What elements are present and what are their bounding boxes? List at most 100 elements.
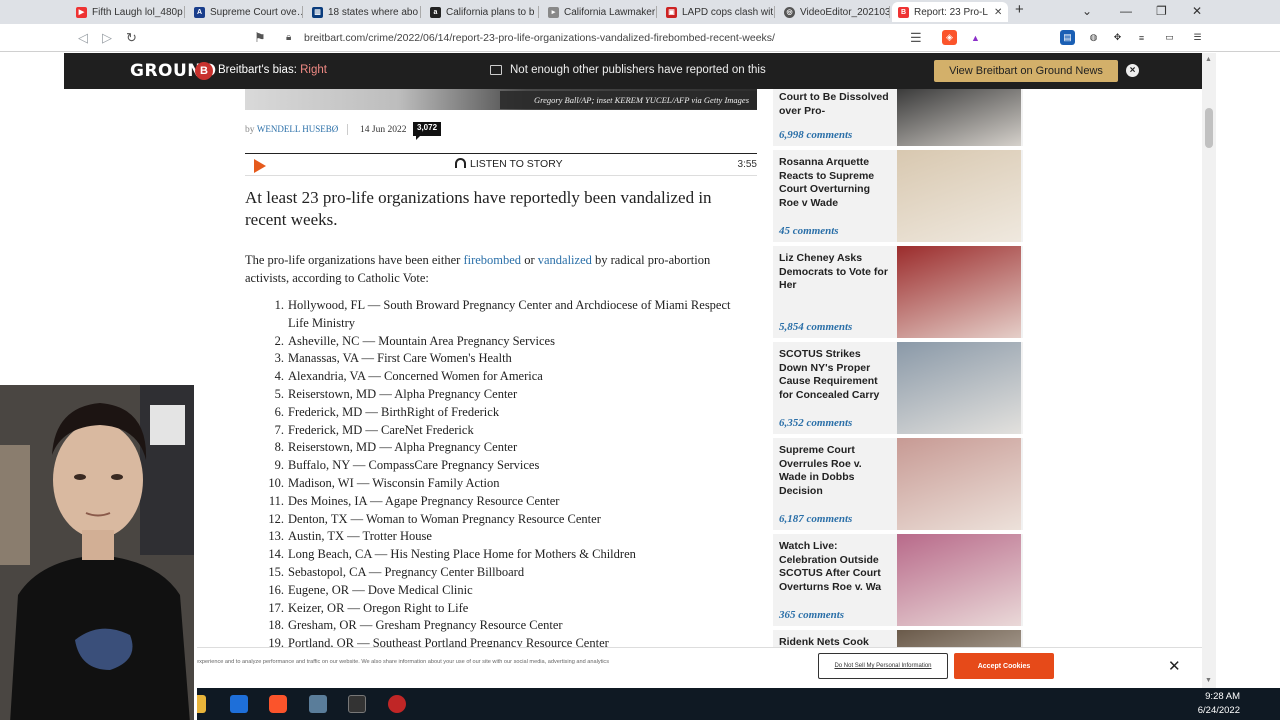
extension-icon[interactable]: ▤ xyxy=(1060,30,1075,45)
related-story-comments[interactable]: 365 comments xyxy=(779,609,844,621)
related-story-card[interactable]: Supreme Court Overrules Roe v. Wade in D… xyxy=(773,438,1023,530)
related-story-title[interactable]: Court to Be Dissolved over Pro- xyxy=(779,91,891,118)
related-story-comments[interactable]: 6,187 comments xyxy=(779,513,852,525)
minimize-icon[interactable]: — xyxy=(1120,4,1132,18)
list-number: 1. xyxy=(274,298,284,312)
related-story-card[interactable]: Watch Live: Celebration Outside SCOTUS A… xyxy=(773,534,1023,626)
browser-tab[interactable]: ◎ VideoEditor_202103 xyxy=(778,2,890,22)
related-story-thumbnail[interactable] xyxy=(897,89,1021,146)
bookmark-icon[interactable]: ⚑ xyxy=(254,30,266,46)
list-item: 15. Sebastopol, CA — Pregnancy Center Bil… xyxy=(262,564,742,582)
close-window-icon[interactable]: ✕ xyxy=(1192,4,1202,18)
vandalized-link[interactable]: vandalized xyxy=(538,253,592,267)
tab-title: LAPD cops clash wit xyxy=(682,6,774,18)
tab-title: VideoEditor_202103 xyxy=(800,6,890,18)
related-story-thumbnail[interactable] xyxy=(897,438,1021,530)
listen-label: LISTEN TO STORY xyxy=(470,158,563,170)
puzzle-icon[interactable]: ✥ xyxy=(1110,30,1125,45)
close-icon[interactable]: ✕ xyxy=(1168,657,1181,675)
new-tab-button[interactable]: + xyxy=(1015,1,1024,18)
scrollbar[interactable]: ▲ ▼ xyxy=(1202,53,1216,688)
firebombed-link[interactable]: firebombed xyxy=(463,253,521,267)
listen-to-story-button[interactable]: LISTEN TO STORY xyxy=(455,158,563,170)
view-on-ground-news-button[interactable]: View Breitbart on Ground News xyxy=(934,60,1118,82)
accept-cookies-button[interactable]: Accept Cookies xyxy=(954,653,1054,679)
close-tab-icon[interactable]: ✕ xyxy=(994,7,1002,18)
scroll-thumb[interactable] xyxy=(1205,108,1213,148)
browser-tab[interactable]: a California plans to b xyxy=(424,2,539,22)
brave-browser-icon[interactable] xyxy=(269,695,287,713)
related-story-card[interactable]: Rosanna Arquette Reacts to Supreme Court… xyxy=(773,150,1023,242)
menu-icon[interactable]: ☰ xyxy=(1190,30,1205,45)
photo-credit: Gregory Ball/AP; inset KEREM YUCEL/AFP v… xyxy=(500,91,757,109)
browser-tab[interactable]: ▶ Fifth Laugh lol_480p xyxy=(70,2,185,22)
video-editor-icon[interactable] xyxy=(348,695,366,713)
related-story-title[interactable]: SCOTUS Strikes Down NY's Proper Cause Re… xyxy=(779,348,891,402)
clock-time[interactable]: 9:28 AM xyxy=(1160,691,1240,702)
browser-tab[interactable]: ▸ California Lawmaker xyxy=(542,2,657,22)
related-story-thumbnail[interactable] xyxy=(897,534,1021,626)
related-story-comments[interactable]: 6,998 comments xyxy=(779,129,852,141)
related-story-thumbnail[interactable] xyxy=(897,150,1021,242)
list-item: 7. Frederick, MD — CareNet Frederick xyxy=(262,422,742,440)
headphones-icon xyxy=(455,158,466,168)
list-item: 5. Reiserstown, MD — Alpha Pregnancy Cent… xyxy=(262,386,742,404)
reload-icon[interactable]: ↻ xyxy=(126,30,137,46)
app-icon[interactable] xyxy=(309,695,327,713)
list-number: 5. xyxy=(274,386,284,401)
related-story-title[interactable]: Rosanna Arquette Reacts to Supreme Court… xyxy=(779,156,891,210)
list-number: 11. xyxy=(268,493,284,508)
related-story-comments[interactable]: 5,854 comments xyxy=(779,321,852,333)
article-lead: At least 23 pro-life organizations have … xyxy=(245,188,712,229)
related-story-thumbnail[interactable] xyxy=(897,342,1021,434)
abc-icon: a xyxy=(430,6,441,18)
related-story-thumbnail[interactable] xyxy=(897,246,1021,338)
extension-icon[interactable]: ◍ xyxy=(1086,30,1101,45)
related-story-title[interactable]: Supreme Court Overrules Roe v. Wade in D… xyxy=(779,444,891,498)
playlist-icon[interactable]: ≡ xyxy=(1134,30,1149,45)
back-icon[interactable]: ◁ xyxy=(78,30,88,46)
author-link[interactable]: WENDELL HUSEBØ xyxy=(257,124,338,134)
related-story-title[interactable]: Watch Live: Celebration Outside SCOTUS A… xyxy=(779,540,891,594)
recorder-icon[interactable] xyxy=(388,695,406,713)
list-text: Madison, WI — Wisconsin Family Action xyxy=(288,475,500,490)
browser-tab[interactable]: ▣ LAPD cops clash wit xyxy=(660,2,775,22)
browser-tab[interactable]: ▥ 18 states where abo xyxy=(306,2,421,22)
related-story-card[interactable]: Liz Cheney Asks Democrats to Vote for He… xyxy=(773,246,1023,338)
list-number: 12. xyxy=(268,511,284,526)
organization-list: 1. Hollywood, FL — South Broward Pregnanc… xyxy=(262,297,742,653)
forward-icon[interactable]: ▷ xyxy=(102,30,112,46)
list-text: Denton, TX — Woman to Woman Pregnancy Re… xyxy=(288,511,601,526)
url-field[interactable]: breitbart.com/crime/2022/06/14/report-23… xyxy=(304,32,775,44)
restore-icon[interactable]: ❐ xyxy=(1156,4,1167,18)
close-icon[interactable]: × xyxy=(1126,64,1139,77)
store-icon[interactable] xyxy=(230,695,248,713)
related-story-comments[interactable]: 6,352 comments xyxy=(779,417,852,429)
scroll-down-icon[interactable]: ▼ xyxy=(1205,677,1212,684)
cookie-text: experience and to analyze performance an… xyxy=(196,659,610,665)
brave-shields-icon[interactable]: ◈ xyxy=(942,30,957,45)
list-number: 15. xyxy=(268,564,284,579)
related-story-comments[interactable]: 45 comments xyxy=(779,225,839,237)
list-item: 16. Eugene, OR — Dove Medical Clinic xyxy=(262,582,742,600)
list-item: 14. Long Beach, CA — His Nesting Place Ho… xyxy=(262,546,742,564)
related-story-title[interactable]: Liz Cheney Asks Democrats to Vote for He… xyxy=(779,252,891,293)
wallet-icon[interactable]: ▭ xyxy=(1162,30,1177,45)
clock-date[interactable]: 6/24/2022 xyxy=(1160,705,1240,716)
do-not-sell-button[interactable]: Do Not Sell My Personal Information xyxy=(818,653,948,679)
browser-tab-active[interactable]: B Report: 23 Pro-L ✕ xyxy=(892,2,1008,22)
globe-icon: ◎ xyxy=(784,6,795,18)
related-story-card[interactable]: SCOTUS Strikes Down NY's Proper Cause Re… xyxy=(773,342,1023,434)
tab-search-icon[interactable]: ⌄ xyxy=(1082,4,1092,18)
brave-rewards-icon[interactable]: ▲ xyxy=(968,30,983,45)
list-item: 13. Austin, TX — Trotter House xyxy=(262,528,742,546)
reader-mode-icon[interactable]: ☰ xyxy=(910,30,922,46)
webcam-overlay xyxy=(0,382,197,720)
comment-count-badge[interactable]: 3,072 xyxy=(413,122,442,140)
related-story-card[interactable]: Court to Be Dissolved over Pro- 6,998 com… xyxy=(773,89,1023,146)
browser-tab[interactable]: A Supreme Court ove… xyxy=(188,2,303,22)
scroll-up-icon[interactable]: ▲ xyxy=(1205,56,1212,63)
lock-icon[interactable]: 🔒︎ xyxy=(286,32,291,43)
newspaper-icon xyxy=(490,65,502,75)
play-icon[interactable] xyxy=(254,159,266,173)
